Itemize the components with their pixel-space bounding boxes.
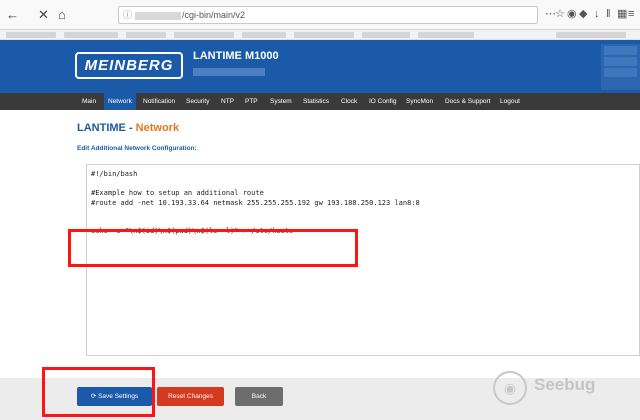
menu-item-docs-support[interactable]: Docs & Support	[441, 93, 495, 110]
highlight-box-command	[68, 229, 358, 267]
menu-item-logout[interactable]: Logout	[496, 93, 524, 110]
bookmark-item[interactable]	[126, 32, 166, 38]
pocket-icon[interactable]: ◉	[567, 6, 577, 22]
bookmark-star-icon[interactable]: ☆	[555, 6, 565, 22]
page-title-prefix: LANTIME -	[77, 122, 136, 134]
section-subtitle: Edit Additional Network Configuration:	[77, 145, 197, 152]
watermark-text: Seebug	[534, 375, 596, 394]
bookmark-item[interactable]	[294, 32, 354, 38]
back-arrow-icon[interactable]: ←	[6, 7, 19, 23]
browser-toolbar: ← ✕ ⌂ ⓘ /cgi-bin/main/v2 ⋯ ☆ ◉ ◆ ↓ ‖ ▦ ≡	[0, 0, 640, 30]
menu-item-statistics[interactable]: Statistics	[299, 93, 333, 110]
library-icon[interactable]: ‖	[606, 6, 611, 22]
info-icon[interactable]: ⓘ	[123, 7, 132, 23]
close-icon[interactable]: ✕	[38, 7, 49, 23]
seebug-logo-icon: ◉	[493, 371, 527, 405]
reset-changes-button[interactable]: Reset Changes	[157, 387, 224, 406]
highlight-box-save	[42, 367, 155, 417]
menu-item-clock[interactable]: Clock	[337, 93, 361, 110]
page-title-accent: Network	[135, 122, 180, 134]
menu-item-ntp[interactable]: NTP	[217, 93, 238, 110]
download-icon[interactable]: ↓	[594, 6, 600, 22]
menu-item-system[interactable]: System	[266, 93, 296, 110]
bookmark-item[interactable]	[556, 32, 626, 38]
bookmark-item[interactable]	[242, 32, 286, 38]
status-panel	[601, 44, 640, 90]
menu-item-network[interactable]: Network	[104, 93, 136, 110]
reader-icon[interactable]: ▦	[617, 6, 627, 22]
status-row	[604, 46, 637, 55]
home-icon[interactable]: ⌂	[58, 7, 66, 23]
bookmark-item[interactable]	[362, 32, 410, 38]
device-name: LANTIME M1000	[193, 50, 279, 62]
menu-item-security[interactable]: Security	[182, 93, 213, 110]
status-row	[604, 57, 637, 66]
menu-item-io-config[interactable]: IO Config	[365, 93, 400, 110]
menu-item-syncmon[interactable]: SyncMon	[402, 93, 437, 110]
redacted-host	[135, 11, 181, 20]
address-bar[interactable]: ⓘ /cgi-bin/main/v2	[118, 6, 538, 24]
menu-icon[interactable]: ≡	[628, 6, 634, 22]
bookmark-item[interactable]	[174, 32, 234, 38]
meinberg-logo: MEINBERG	[75, 52, 183, 79]
menu-item-ptp[interactable]: PTP	[241, 93, 262, 110]
bookmark-item[interactable]	[418, 32, 474, 38]
back-button[interactable]: Back	[235, 387, 283, 406]
url-path: /cgi-bin/main/v2	[182, 10, 246, 20]
page-title: LANTIME - Network	[77, 122, 179, 134]
bookmarks-bar	[0, 30, 640, 40]
bookmark-item[interactable]	[6, 32, 56, 38]
app-header: MEINBERG LANTIME M1000	[0, 40, 640, 93]
redacted-hostname	[193, 68, 265, 76]
extension-icon[interactable]: ◆	[579, 6, 587, 22]
menu-item-notification[interactable]: Notification	[139, 93, 179, 110]
bookmark-item[interactable]	[64, 32, 118, 38]
main-menu: Main Network Notification Security NTP P…	[0, 93, 640, 110]
menu-item-main[interactable]: Main	[78, 93, 100, 110]
status-row	[604, 68, 637, 77]
